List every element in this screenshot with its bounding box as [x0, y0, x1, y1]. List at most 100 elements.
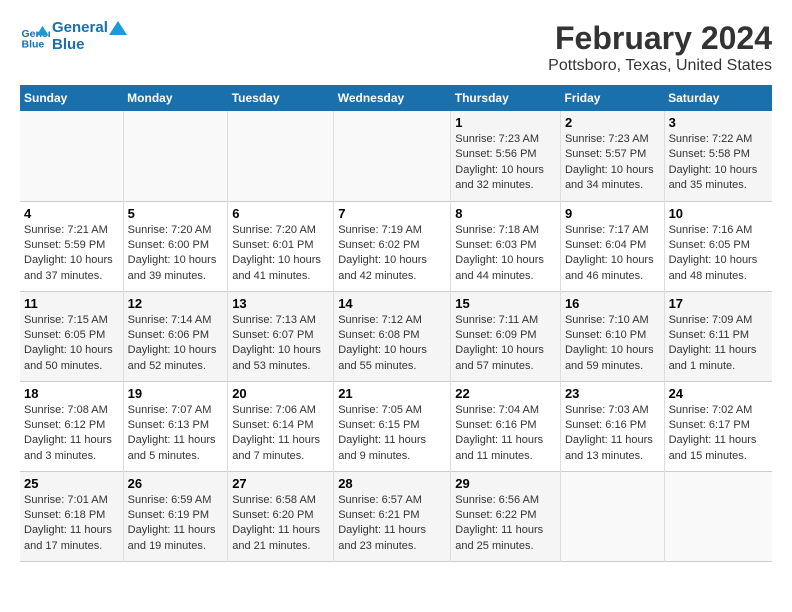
cell-info: Sunrise: 7:17 AMSunset: 6:04 PMDaylight:… — [565, 223, 660, 285]
day-number: 15 — [455, 296, 556, 311]
cell-info: Sunrise: 7:18 AMSunset: 6:03 PMDaylight:… — [455, 223, 556, 285]
day-number: 22 — [455, 386, 556, 401]
calendar-cell — [228, 111, 334, 201]
weekday-header-sunday: Sunday — [20, 85, 123, 111]
svg-text:Blue: Blue — [22, 38, 45, 50]
day-number: 26 — [128, 476, 224, 491]
calendar-cell: 3 Sunrise: 7:22 AMSunset: 5:58 PMDaylight… — [664, 111, 772, 201]
cell-info: Sunrise: 7:22 AMSunset: 5:58 PMDaylight:… — [669, 132, 768, 194]
calendar-cell: 11 Sunrise: 7:15 AMSunset: 6:05 PMDayligh… — [20, 291, 123, 381]
calendar-cell: 5 Sunrise: 7:20 AMSunset: 6:00 PMDaylight… — [123, 201, 228, 291]
day-number: 8 — [455, 206, 556, 221]
cell-info: Sunrise: 7:03 AMSunset: 6:16 PMDaylight:… — [565, 403, 660, 465]
day-number: 4 — [24, 206, 119, 221]
calendar-week-row: 18Sunrise: 7:08 AMSunset: 6:12 PMDayligh… — [20, 381, 772, 471]
cell-info: Sunrise: 7:10 AMSunset: 6:10 PMDaylight:… — [565, 313, 660, 375]
calendar-cell: 28 Sunrise: 6:57 AMSunset: 6:21 PMDayligh… — [334, 471, 451, 561]
calendar-cell: 22 Sunrise: 7:04 AMSunset: 6:16 PMDayligh… — [451, 381, 561, 471]
cell-info: Sunrise: 7:07 AMSunset: 6:13 PMDaylight:… — [128, 403, 224, 465]
cell-info: Sunrise: 7:13 AMSunset: 6:07 PMDaylight:… — [232, 313, 329, 375]
calendar-cell: 29 Sunrise: 6:56 AMSunset: 6:22 PMDayligh… — [451, 471, 561, 561]
cell-info: Sunrise: 7:04 AMSunset: 6:16 PMDaylight:… — [455, 403, 556, 465]
page-subtitle: Pottsboro, Texas, United States — [548, 57, 772, 75]
calendar-cell: 24Sunrise: 7:02 AMSunset: 6:17 PMDayligh… — [664, 381, 772, 471]
calendar-cell: 14 Sunrise: 7:12 AMSunset: 6:08 PMDayligh… — [334, 291, 451, 381]
calendar-week-row: 4 Sunrise: 7:21 AMSunset: 5:59 PMDaylight… — [20, 201, 772, 291]
day-number: 3 — [669, 115, 768, 130]
calendar-cell — [123, 111, 228, 201]
cell-info: Sunrise: 7:05 AMSunset: 6:15 PMDaylight:… — [338, 403, 446, 465]
cell-info: Sunrise: 6:56 AMSunset: 6:22 PMDaylight:… — [455, 493, 556, 555]
weekday-header-tuesday: Tuesday — [228, 85, 334, 111]
calendar-cell: 17Sunrise: 7:09 AMSunset: 6:11 PMDayligh… — [664, 291, 772, 381]
cell-info: Sunrise: 7:23 AMSunset: 5:56 PMDaylight:… — [455, 132, 556, 194]
cell-info: Sunrise: 7:15 AMSunset: 6:05 PMDaylight:… — [24, 313, 119, 375]
weekday-header-row: SundayMondayTuesdayWednesdayThursdayFrid… — [20, 85, 772, 111]
calendar-cell: 20Sunrise: 7:06 AMSunset: 6:14 PMDayligh… — [228, 381, 334, 471]
calendar-cell — [560, 471, 664, 561]
cell-info: Sunrise: 6:57 AMSunset: 6:21 PMDaylight:… — [338, 493, 446, 555]
day-number: 25 — [24, 476, 119, 491]
weekday-header-wednesday: Wednesday — [334, 85, 451, 111]
page-header: General Blue General Blue February 2024 … — [20, 20, 772, 75]
day-number: 19 — [128, 386, 224, 401]
day-number: 23 — [565, 386, 660, 401]
day-number: 1 — [455, 115, 556, 130]
calendar-cell: 9 Sunrise: 7:17 AMSunset: 6:04 PMDaylight… — [560, 201, 664, 291]
cell-info: Sunrise: 7:20 AMSunset: 6:00 PMDaylight:… — [128, 223, 224, 285]
day-number: 2 — [565, 115, 660, 130]
day-number: 13 — [232, 296, 329, 311]
weekday-header-friday: Friday — [560, 85, 664, 111]
cell-info: Sunrise: 7:19 AMSunset: 6:02 PMDaylight:… — [338, 223, 446, 285]
calendar-cell: 12 Sunrise: 7:14 AMSunset: 6:06 PMDayligh… — [123, 291, 228, 381]
calendar-cell: 27 Sunrise: 6:58 AMSunset: 6:20 PMDayligh… — [228, 471, 334, 561]
calendar-cell: 26Sunrise: 6:59 AMSunset: 6:19 PMDayligh… — [123, 471, 228, 561]
day-number: 12 — [128, 296, 224, 311]
day-number: 18 — [24, 386, 119, 401]
calendar-cell: 8 Sunrise: 7:18 AMSunset: 6:03 PMDaylight… — [451, 201, 561, 291]
day-number: 17 — [669, 296, 768, 311]
calendar-week-row: 11 Sunrise: 7:15 AMSunset: 6:05 PMDayligh… — [20, 291, 772, 381]
cell-info: Sunrise: 7:20 AMSunset: 6:01 PMDaylight:… — [232, 223, 329, 285]
day-number: 20 — [232, 386, 329, 401]
weekday-header-monday: Monday — [123, 85, 228, 111]
cell-info: Sunrise: 7:21 AMSunset: 5:59 PMDaylight:… — [24, 223, 119, 285]
cell-info: Sunrise: 7:23 AMSunset: 5:57 PMDaylight:… — [565, 132, 660, 194]
day-number: 14 — [338, 296, 446, 311]
weekday-header-thursday: Thursday — [451, 85, 561, 111]
logo-blue: Blue — [52, 37, 128, 54]
day-number: 27 — [232, 476, 329, 491]
day-number: 28 — [338, 476, 446, 491]
logo-icon: General Blue — [20, 22, 50, 52]
cell-info: Sunrise: 6:58 AMSunset: 6:20 PMDaylight:… — [232, 493, 329, 555]
calendar-cell: 16 Sunrise: 7:10 AMSunset: 6:10 PMDayligh… — [560, 291, 664, 381]
logo-general: General — [52, 19, 108, 36]
page-title: February 2024 — [548, 20, 772, 57]
day-number: 29 — [455, 476, 556, 491]
calendar-cell: 21 Sunrise: 7:05 AMSunset: 6:15 PMDayligh… — [334, 381, 451, 471]
cell-info: Sunrise: 7:02 AMSunset: 6:17 PMDaylight:… — [669, 403, 768, 465]
cell-info: Sunrise: 7:12 AMSunset: 6:08 PMDaylight:… — [338, 313, 446, 375]
day-number: 21 — [338, 386, 446, 401]
day-number: 9 — [565, 206, 660, 221]
calendar-cell — [334, 111, 451, 201]
logo: General Blue General Blue — [20, 20, 128, 53]
calendar-cell: 19 Sunrise: 7:07 AMSunset: 6:13 PMDayligh… — [123, 381, 228, 471]
title-block: February 2024 Pottsboro, Texas, United S… — [548, 20, 772, 75]
day-number: 7 — [338, 206, 446, 221]
calendar-cell: 15Sunrise: 7:11 AMSunset: 6:09 PMDayligh… — [451, 291, 561, 381]
cell-info: Sunrise: 7:14 AMSunset: 6:06 PMDaylight:… — [128, 313, 224, 375]
calendar-cell: 23 Sunrise: 7:03 AMSunset: 6:16 PMDayligh… — [560, 381, 664, 471]
day-number: 16 — [565, 296, 660, 311]
calendar-week-row: 1 Sunrise: 7:23 AMSunset: 5:56 PMDaylight… — [20, 111, 772, 201]
calendar-cell: 4 Sunrise: 7:21 AMSunset: 5:59 PMDaylight… — [20, 201, 123, 291]
calendar-cell: 25 Sunrise: 7:01 AMSunset: 6:18 PMDayligh… — [20, 471, 123, 561]
cell-info: Sunrise: 7:01 AMSunset: 6:18 PMDaylight:… — [24, 493, 119, 555]
day-number: 11 — [24, 296, 119, 311]
day-number: 10 — [669, 206, 768, 221]
day-number: 5 — [128, 206, 224, 221]
calendar-cell — [664, 471, 772, 561]
calendar-cell: 2 Sunrise: 7:23 AMSunset: 5:57 PMDaylight… — [560, 111, 664, 201]
calendar-cell — [20, 111, 123, 201]
calendar-cell: 7 Sunrise: 7:19 AMSunset: 6:02 PMDaylight… — [334, 201, 451, 291]
